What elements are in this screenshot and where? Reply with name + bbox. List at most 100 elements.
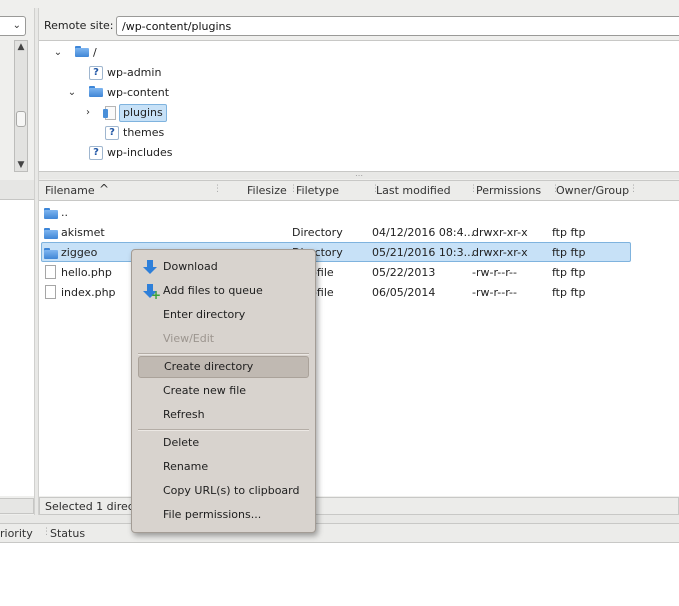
menu-item-create-new-file[interactable]: Create new file [138, 380, 309, 402]
file-name: akismet [61, 226, 105, 239]
file-permissions: -rw-r--r-- [472, 286, 517, 299]
folder-icon [44, 248, 58, 259]
unknown-folder-icon: ? [89, 66, 103, 80]
menu-separator [138, 353, 309, 355]
tree-node-label: themes [123, 126, 165, 139]
file-modified: 04/12/2016 08:4... [372, 226, 475, 239]
column-permissions[interactable]: Permissions [476, 184, 541, 197]
queue-header: riority ⋮ Status [0, 523, 679, 543]
menu-item-create-directory[interactable]: Create directory [138, 356, 309, 378]
file-permissions: drwxr-xr-x [472, 246, 528, 259]
open-folder-icon [103, 105, 117, 120]
scrollbar-thumb[interactable] [16, 111, 26, 127]
tree-node-label: wp-includes [107, 146, 173, 159]
column-separator[interactable]: ⋮ [629, 184, 638, 196]
local-status-bar [0, 498, 34, 514]
add-to-queue-icon: + [142, 283, 161, 301]
menu-item-file-permissions[interactable]: File permissions... [138, 504, 309, 526]
menu-item-label: Add files to queue [163, 284, 263, 297]
tree-node-label: / [93, 46, 97, 59]
scroll-down-icon[interactable]: ▼ [15, 159, 27, 171]
menu-item-rename[interactable]: Rename [138, 456, 309, 478]
file-owner: ftp ftp [552, 226, 586, 239]
column-separator[interactable]: ⋮ [551, 184, 560, 196]
menu-item-label: Delete [163, 436, 200, 449]
local-list-header [0, 180, 34, 200]
menu-item-delete[interactable]: Delete [138, 432, 309, 454]
file-list-header: Filename ^ ⋮ Filesize ⋮ Filetype ⋮ Last … [39, 180, 679, 201]
file-modified: 05/21/2016 10:3... [372, 246, 475, 259]
column-separator[interactable]: ⋮ [42, 527, 51, 539]
column-last-modified[interactable]: Last modified [376, 184, 451, 197]
expand-chevron-icon[interactable]: ⌄ [53, 44, 63, 62]
file-modified: 05/22/2013 [372, 266, 436, 279]
column-separator[interactable]: ⋮ [213, 184, 222, 196]
column-separator[interactable]: ⋮ [469, 184, 478, 196]
file-owner: ftp ftp [552, 286, 586, 299]
file-icon [45, 265, 56, 279]
transfer-queue-list[interactable] [0, 543, 679, 606]
file-name: .. [61, 206, 68, 219]
menu-item-label: Create directory [164, 360, 254, 373]
local-file-list[interactable] [0, 200, 34, 496]
menu-item-view-edit: View/Edit [138, 328, 309, 350]
column-separator[interactable]: ⋮ [289, 184, 298, 196]
queue-splitter[interactable] [0, 515, 679, 523]
file-row-parent[interactable]: .. [41, 202, 631, 222]
menu-item-refresh[interactable]: Refresh [138, 404, 309, 426]
file-permissions: -rw-r--r-- [472, 266, 517, 279]
menu-item-label: Rename [163, 460, 209, 473]
file-name: hello.php [61, 266, 112, 279]
menu-item-label: Download [163, 260, 218, 273]
file-row-hello-php[interactable]: hello.php php-file 05/22/2013 -rw-r--r--… [41, 262, 631, 282]
column-owner-group[interactable]: Owner/Group [556, 184, 629, 197]
menu-item-label: File permissions... [163, 508, 262, 521]
file-modified: 06/05/2014 [372, 286, 436, 299]
column-separator[interactable]: ⋮ [371, 184, 380, 196]
file-owner: ftp ftp [552, 266, 586, 279]
menu-item-label: Copy URL(s) to clipboard [163, 484, 300, 497]
menu-item-label: Enter directory [163, 308, 246, 321]
folder-icon [44, 208, 58, 219]
tree-node-label: wp-content [107, 86, 170, 99]
column-filesize[interactable]: Filesize [247, 184, 287, 197]
remote-directory-tree[interactable]: ⌄ / ? wp-admin ⌄ wp-content › plugins ? … [39, 40, 679, 172]
file-owner: ftp ftp [552, 246, 586, 259]
scroll-up-icon[interactable]: ▲ [15, 41, 27, 53]
file-row-index-php[interactable]: index.php php-file 06/05/2014 -rw-r--r--… [41, 282, 631, 302]
remote-path-input[interactable]: /wp-content/plugins [116, 16, 679, 36]
download-icon [142, 259, 158, 275]
file-permissions: drwxr-xr-x [472, 226, 528, 239]
menu-item-label: Refresh [163, 408, 205, 421]
column-priority[interactable]: riority [0, 527, 33, 540]
tree-node-label: plugins [119, 104, 167, 122]
server-folder-icon [75, 46, 89, 60]
column-filename[interactable]: Filename [45, 184, 95, 197]
tree-node-label: wp-admin [107, 66, 162, 79]
remote-site-label: Remote site: [44, 19, 114, 32]
file-row-ziggeo[interactable]: ziggeo Directory 05/21/2016 10:3... drwx… [41, 242, 631, 262]
expand-chevron-icon[interactable]: ⌄ [67, 84, 77, 102]
file-row-akismet[interactable]: akismet Directory 04/12/2016 08:4... drw… [41, 222, 631, 242]
chevron-down-icon: ⌄ [12, 20, 21, 31]
folder-icon [44, 228, 58, 239]
file-name: ziggeo [61, 246, 98, 259]
pane-splitter-horizontal[interactable]: ⋯ [39, 172, 679, 180]
column-filetype[interactable]: Filetype [296, 184, 339, 197]
unknown-folder-icon: ? [89, 146, 103, 160]
file-type: Directory [292, 226, 343, 239]
unknown-folder-icon: ? [105, 126, 119, 140]
local-site-combo[interactable]: ⌄ [0, 16, 26, 36]
menu-item-add-to-queue[interactable]: + Add files to queue [138, 280, 309, 302]
menu-item-enter-directory[interactable]: Enter directory [138, 304, 309, 326]
file-icon [45, 285, 56, 299]
collapsed-chevron-icon[interactable]: › [83, 104, 93, 122]
menu-item-copy-url[interactable]: Copy URL(s) to clipboard [138, 480, 309, 502]
menu-item-download[interactable]: Download [138, 256, 309, 278]
menu-separator [138, 429, 309, 431]
column-status[interactable]: Status [50, 527, 85, 540]
local-tree-scrollbar[interactable]: ▲ ▼ [14, 40, 28, 172]
menu-item-label: View/Edit [163, 332, 215, 345]
menu-item-label: Create new file [163, 384, 247, 397]
sort-ascending-icon: ^ [99, 182, 110, 196]
